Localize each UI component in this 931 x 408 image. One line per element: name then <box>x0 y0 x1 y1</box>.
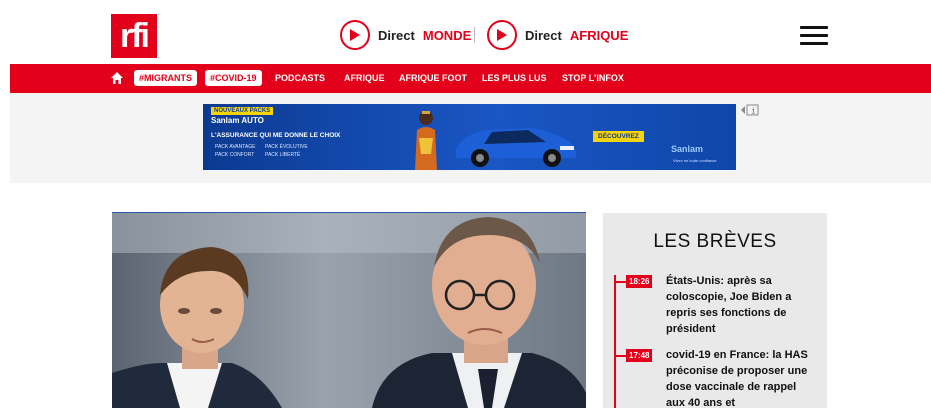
sanlam-ad-banner[interactable]: NOUVEAUX PACKS Sanlam AUTO L'ASSURANCE Q… <box>203 104 736 170</box>
brief-time: 17:48 <box>626 349 653 362</box>
breves-title: LES BRÈVES <box>653 231 777 252</box>
ad-car-illustration <box>456 128 576 167</box>
direct-monde-accent: MONDE <box>422 27 472 43</box>
home-icon[interactable] <box>110 71 124 85</box>
ad-badge: NOUVEAUX PACKS <box>211 107 274 115</box>
ad-pack-2: PACK ÉVOLUTIVE <box>265 144 308 150</box>
breves-timeline <box>614 275 616 408</box>
ad-person-illustration <box>415 111 437 170</box>
direct-afrique-accent: AFRIQUE <box>569 27 629 43</box>
play-icon <box>340 20 370 50</box>
direct-monde-label: Direct <box>378 27 415 43</box>
ad-discover-button[interactable]: DÉCOUVREZ <box>593 131 644 142</box>
ad-pack-1: PACK AVANTAGE <box>215 144 256 150</box>
brief-tick <box>614 281 626 283</box>
ad-title: Sanlam AUTO <box>211 116 264 125</box>
nav-item-podcasts[interactable]: PODCASTS <box>275 73 325 83</box>
hero-article-photo[interactable] <box>112 213 586 408</box>
nav-item-afrique[interactable]: AFRIQUE <box>344 73 385 83</box>
brief-text: covid-19 en France: la HAS préconise de … <box>666 349 808 408</box>
menu-icon[interactable] <box>800 26 828 46</box>
header-separator <box>474 27 475 43</box>
direct-afrique-label: Direct <box>525 27 562 43</box>
nav-tag-migrants[interactable]: #MIGRANTS <box>134 70 198 86</box>
ad-brand-logo: Sanlam <box>671 144 704 154</box>
ad-slogan: L'ASSURANCE QUI ME DONNE LE CHOIX <box>211 132 341 139</box>
play-icon <box>487 20 517 50</box>
nav-item-les-plus-lus[interactable]: LES PLUS LUS <box>482 73 547 83</box>
brief-time: 18:26 <box>626 275 653 288</box>
ad-brand-tagline: Vivez en toute confiance <box>673 158 717 163</box>
ad-pack-3: PACK CONFORT <box>215 152 255 158</box>
nav-tag-covid[interactable]: #COVID-19 <box>205 70 262 86</box>
nav-item-afrique-foot[interactable]: AFRIQUE FOOT <box>399 73 467 83</box>
brief-text: États-Unis: après sa coloscopie, Joe Bid… <box>666 275 792 335</box>
main-nav: #MIGRANTS #COVID-19 PODCASTS AFRIQUE AFR… <box>10 64 931 93</box>
svg-text:i: i <box>751 107 756 116</box>
site-header: rfi Direct MONDE Direct AFRIQUE <box>0 0 931 64</box>
direct-afrique-button[interactable]: Direct AFRIQUE <box>487 19 628 51</box>
rfi-logo[interactable]: rfi <box>111 14 157 58</box>
direct-monde-button[interactable]: Direct MONDE <box>340 19 471 51</box>
brief-tick <box>614 355 626 357</box>
nav-item-stop-infox[interactable]: STOP L'INFOX <box>562 73 624 83</box>
ad-pack-4: PACK LIBERTÉ <box>265 152 301 158</box>
page: rfi Direct MONDE Direct AFRIQUE #MIGRANT… <box>0 0 931 408</box>
ad-info-icon[interactable]: i <box>740 104 760 116</box>
